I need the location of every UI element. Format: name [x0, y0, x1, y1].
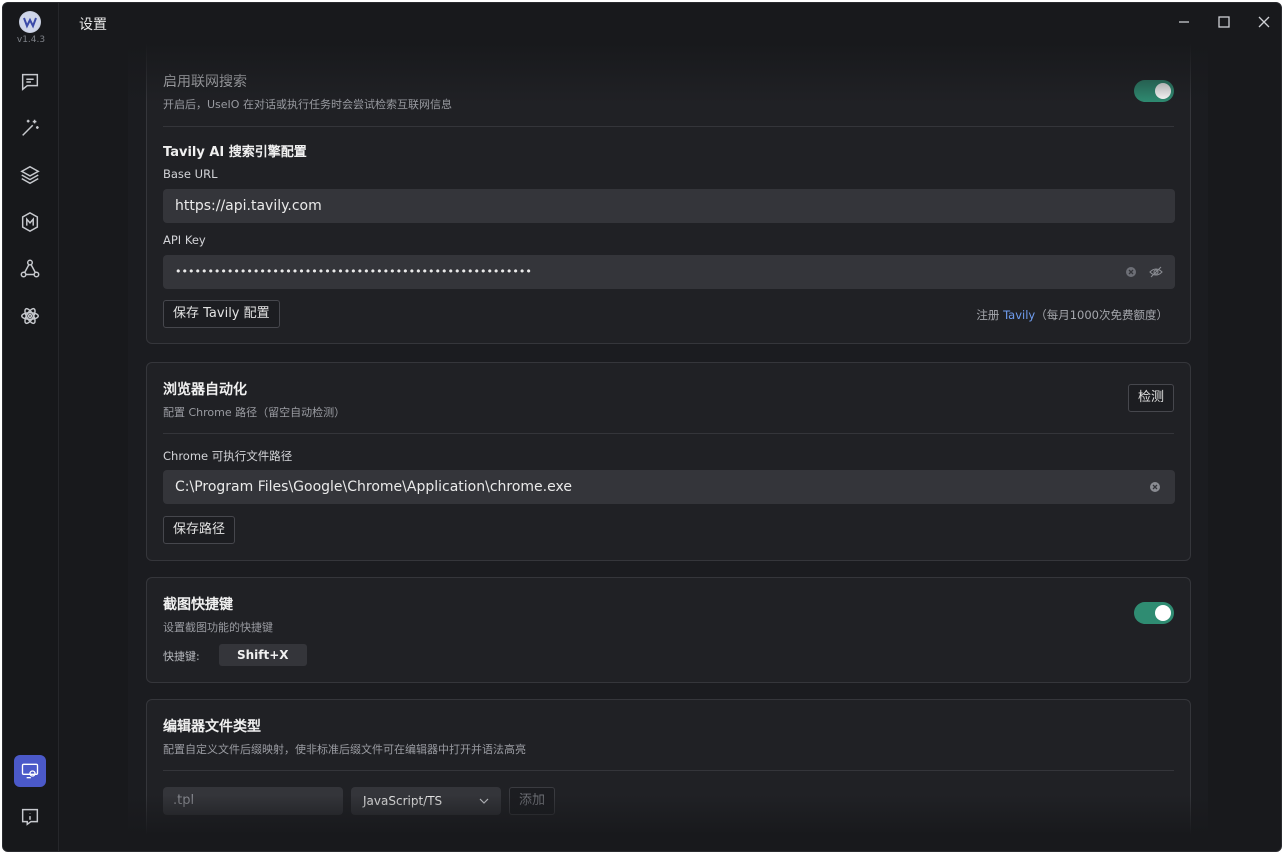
atom-icon[interactable]: [19, 305, 41, 327]
app-version: v1.4.3: [16, 35, 46, 45]
chevron-down-icon: [479, 798, 489, 804]
screenshot-title: 截图快捷键: [163, 597, 233, 613]
api-key-value: ••••••••••••••••••••••••••••••••••••••••…: [175, 265, 532, 278]
app-window: v1.4.3 设置 启用联网搜索 开启后，UseIO 在对话或执行任务时会尝试检…: [2, 2, 1282, 852]
layers-icon[interactable]: [19, 164, 41, 186]
tavily-hint: 注册 Tavily（每月1000次免费额度）: [976, 307, 1168, 323]
web-search-toggle[interactable]: [1134, 80, 1174, 102]
screenshot-subtitle: 设置截图功能的快捷键: [163, 621, 273, 634]
browser-automation-card: 浏览器自动化 配置 Chrome 路径（留空自动检测） 检测 Chrome 可执…: [146, 362, 1191, 561]
title-bar: 设置: [59, 3, 1281, 43]
divider: [163, 433, 1174, 434]
shortcut-label: 快捷键:: [163, 650, 200, 663]
network-icon[interactable]: [19, 258, 41, 280]
web-search-title: 启用联网搜索: [163, 74, 247, 90]
close-icon[interactable]: [1251, 9, 1277, 35]
maximize-icon[interactable]: [1211, 9, 1237, 35]
language-selected: JavaScript/TS: [363, 794, 443, 808]
editor-file-types-card: 编辑器文件类型 配置自定义文件后缀映射，使非标准后缀文件可在编辑器中打开并语法高…: [146, 699, 1191, 835]
save-path-button[interactable]: 保存路径: [163, 516, 236, 544]
info-icon[interactable]: [19, 806, 41, 828]
clear-icon[interactable]: [1125, 266, 1137, 278]
language-select[interactable]: JavaScript/TS: [351, 787, 501, 815]
chrome-path-input[interactable]: C:\Program Files\Google\Chrome\Applicati…: [163, 470, 1175, 504]
clear-icon[interactable]: [1149, 481, 1161, 493]
editor-types-title: 编辑器文件类型: [163, 719, 261, 735]
chrome-path-value: C:\Program Files\Google\Chrome\Applicati…: [175, 479, 572, 495]
model-icon[interactable]: [19, 211, 41, 233]
chrome-path-label: Chrome 可执行文件路径: [163, 449, 293, 463]
eye-off-icon[interactable]: [1149, 266, 1163, 278]
page-title: 设置: [79, 17, 107, 33]
divider: [163, 770, 1174, 771]
shortcut-key[interactable]: Shift+X: [219, 644, 307, 666]
save-tavily-button[interactable]: 保存 Tavily 配置: [163, 300, 280, 328]
detect-button[interactable]: 检测: [1127, 384, 1174, 412]
hint-suffix: （每月1000次免费额度）: [1035, 308, 1168, 322]
settings-screen-icon[interactable]: [14, 755, 46, 787]
app-logo: [19, 11, 41, 33]
tavily-link[interactable]: Tavily: [1003, 308, 1035, 322]
settings-content[interactable]: 启用联网搜索 开启后，UseIO 在对话或执行任务时会尝试检索互联网信息 Tav…: [128, 43, 1208, 835]
tavily-section-title: Tavily AI 搜索引擎配置: [163, 145, 307, 160]
browser-subtitle: 配置 Chrome 路径（留空自动检测）: [163, 406, 346, 419]
divider: [163, 126, 1174, 127]
editor-types-subtitle: 配置自定义文件后缀映射，使非标准后缀文件可在编辑器中打开并语法高亮: [163, 743, 526, 756]
browser-title: 浏览器自动化: [163, 382, 247, 398]
magic-wand-icon[interactable]: [19, 117, 41, 139]
base-url-input[interactable]: https://api.tavily.com: [163, 189, 1175, 223]
web-search-subtitle: 开启后，UseIO 在对话或执行任务时会尝试检索互联网信息: [163, 98, 452, 111]
screenshot-toggle[interactable]: [1134, 602, 1174, 624]
sidebar: v1.4.3: [3, 3, 59, 851]
minimize-icon[interactable]: [1171, 9, 1197, 35]
chat-icon[interactable]: [19, 71, 41, 93]
screenshot-shortcut-card: 截图快捷键 设置截图功能的快捷键 快捷键: Shift+X: [146, 577, 1191, 683]
extension-input[interactable]: .tpl: [163, 787, 343, 815]
hint-prefix: 注册: [976, 308, 1004, 322]
api-key-label: API Key: [163, 233, 206, 247]
add-mapping-button[interactable]: 添加: [509, 787, 556, 815]
base-url-label: Base URL: [163, 167, 218, 181]
web-search-card: 启用联网搜索 开启后，UseIO 在对话或执行任务时会尝试检索互联网信息 Tav…: [146, 43, 1191, 344]
api-key-input[interactable]: ••••••••••••••••••••••••••••••••••••••••…: [163, 255, 1175, 289]
